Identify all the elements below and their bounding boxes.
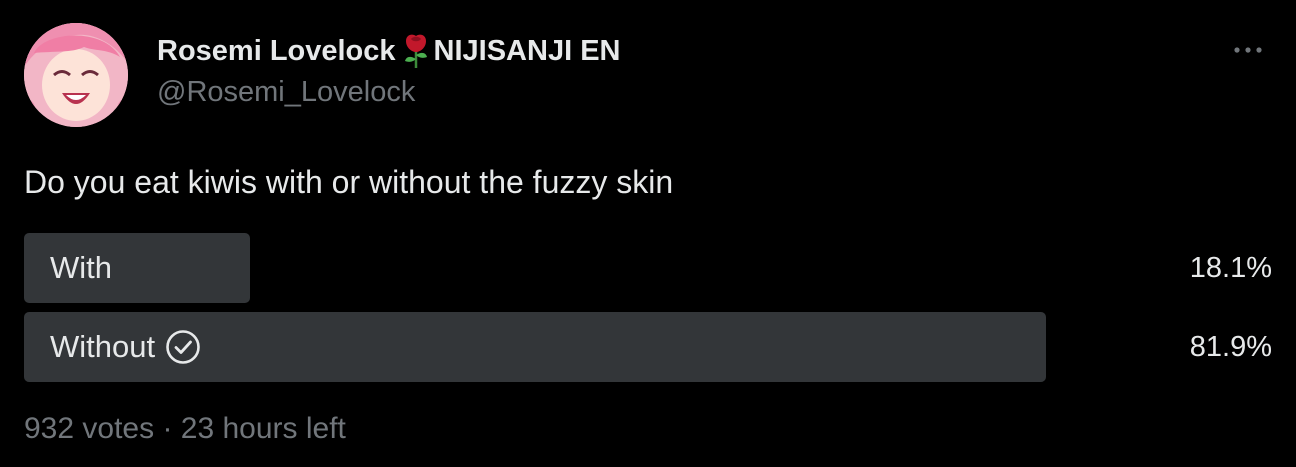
poll-option-percent: 81.9%	[1189, 330, 1272, 363]
poll-vote-count: 932 votes	[24, 412, 155, 445]
poll-option-text: With	[50, 250, 112, 285]
poll-time-left: 23 hours left	[180, 412, 346, 445]
author-display-name[interactable]: Rosemi Lovelock NIJISANJI EN	[157, 33, 620, 69]
poll-option-label: With	[50, 233, 112, 303]
tweet-text: Do you eat kiwis with or without the fuz…	[24, 164, 674, 200]
poll-footer: 932 votes · 23 hours left	[24, 412, 346, 446]
display-name-suffix: NIJISANJI EN	[433, 34, 621, 67]
rose-icon	[400, 33, 432, 69]
tweet-card: Rosemi Lovelock NIJISANJI EN @Rosemi_Lov…	[0, 0, 1296, 467]
check-circle-icon	[165, 329, 201, 365]
poll-option-percent: 18.1%	[1189, 251, 1272, 284]
poll-option-label: Without	[50, 312, 201, 382]
display-name-main: Rosemi Lovelock	[157, 34, 396, 67]
poll-option-without[interactable]: Without 81.9%	[24, 312, 1272, 382]
avatar-image	[24, 23, 128, 127]
avatar[interactable]	[24, 23, 128, 127]
more-options-button[interactable]	[1230, 36, 1266, 64]
poll-option-text: Without	[50, 329, 156, 364]
poll-footer-separator: ·	[162, 412, 181, 445]
author-handle[interactable]: @Rosemi_Lovelock	[157, 76, 415, 109]
more-dots-icon	[1232, 41, 1264, 59]
poll-option-with[interactable]: With 18.1%	[24, 233, 1272, 303]
